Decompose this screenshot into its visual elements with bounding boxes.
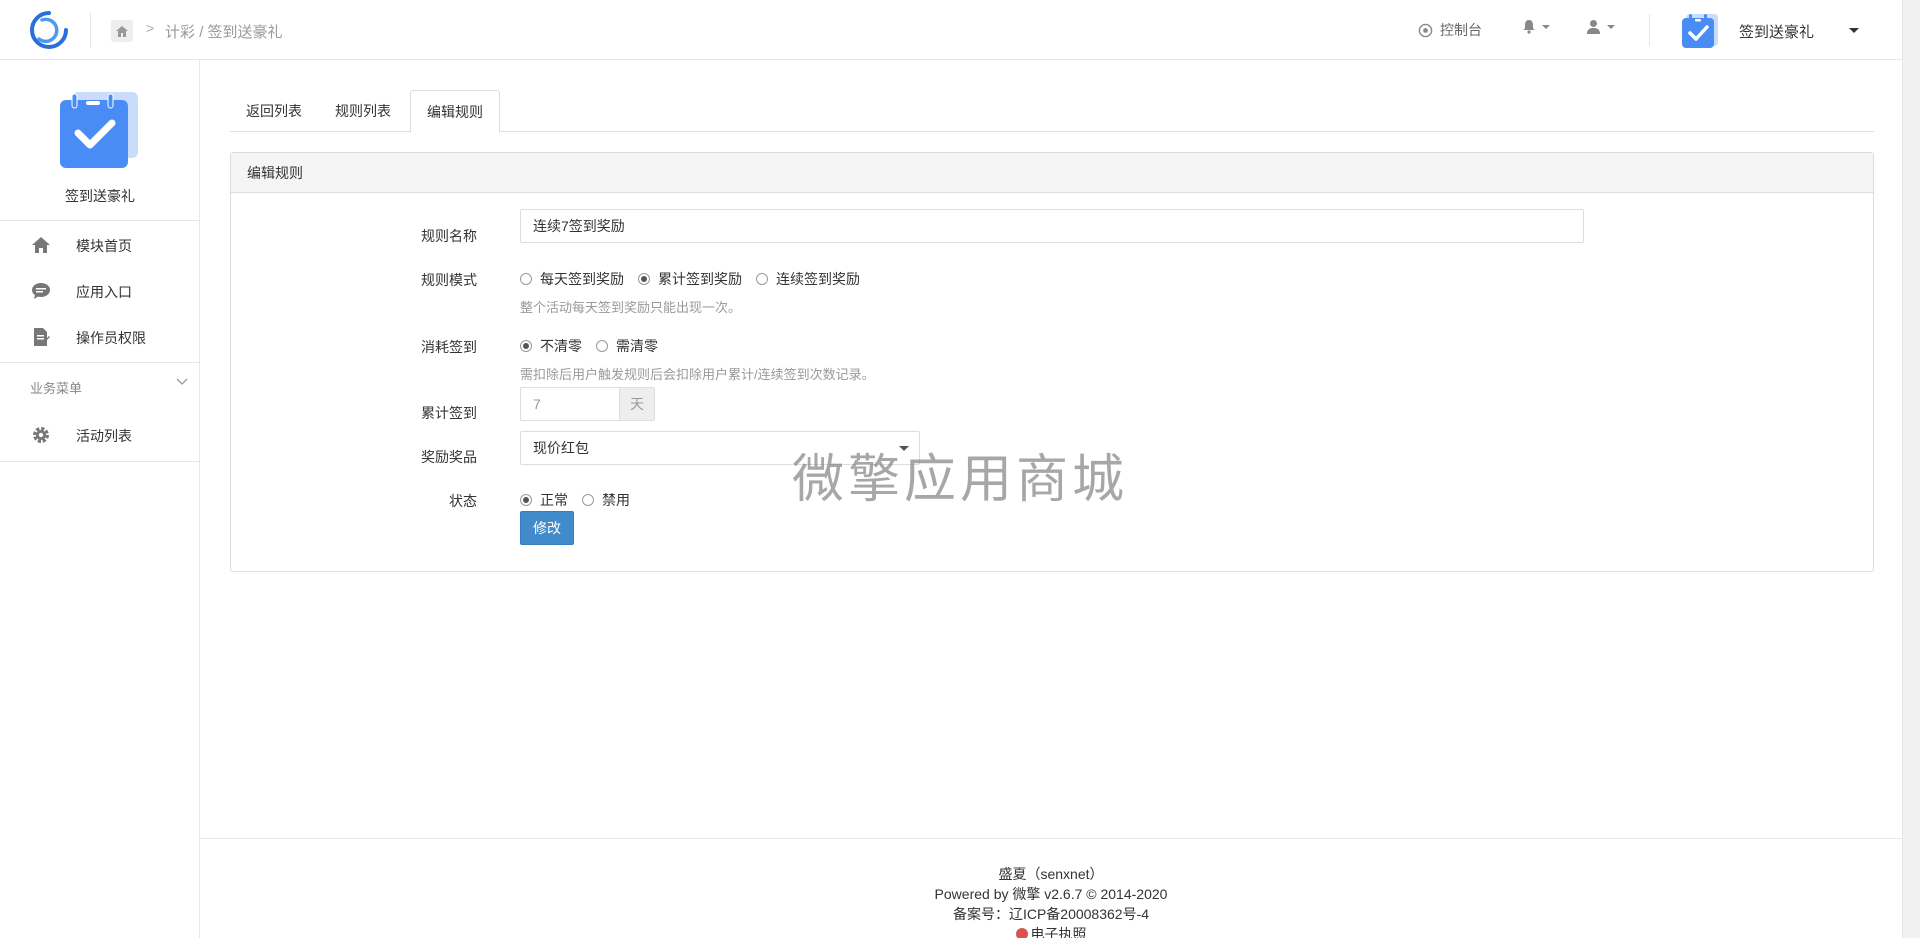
status-radio-group: 正常 禁用: [520, 490, 644, 510]
user-menu-button[interactable]: [1586, 19, 1615, 34]
cumulative-label: 累计签到: [421, 405, 477, 421]
breadcrumb-slash: /: [199, 24, 204, 41]
radio-label: 不清零: [540, 338, 582, 354]
sidebar-item-module-home[interactable]: 模块首页: [0, 222, 200, 268]
sidebar-group-title[interactable]: 业务菜单: [30, 378, 82, 397]
reward-selected-value: 现价红包: [533, 440, 589, 456]
consume-help: 需扣除后用户触发规则后会扣除用户累计/连续签到次数记录。: [520, 367, 875, 382]
breadcrumb-parent[interactable]: 计彩: [165, 24, 195, 41]
footer-company: 盛夏（senxnet）: [998, 866, 1104, 882]
days-unit-addon: 天: [619, 387, 655, 421]
rule-mode-radio-group: 每天签到奖励 累计签到奖励 连续签到奖励: [520, 269, 874, 289]
caret-down-icon: [1607, 24, 1615, 29]
rule-name-label: 规则名称: [421, 228, 477, 244]
calendar-check-icon[interactable]: [1680, 11, 1720, 51]
consume-radio-group: 不清零 需清零: [520, 336, 672, 356]
console-link[interactable]: 控制台: [1418, 20, 1482, 40]
radio-button[interactable]: [520, 494, 532, 506]
rule-mode-option-daily[interactable]: 每天签到奖励: [520, 269, 624, 289]
sidebar-item-label: 模块首页: [76, 238, 132, 254]
caret-down-icon: [1542, 24, 1550, 29]
tab-edit-rule[interactable]: 编辑规则: [410, 90, 500, 133]
status-option-normal[interactable]: 正常: [520, 490, 568, 510]
consume-label: 消耗签到: [421, 339, 477, 355]
license-icon: [1015, 928, 1028, 938]
reward-label: 奖励奖品: [421, 449, 477, 465]
chat-icon: [30, 281, 52, 301]
sidebar: 签到送豪礼 模块首页 应用入口 操作员权限 业务菜单 活动列表: [0, 60, 200, 938]
radio-label: 正常: [540, 492, 568, 508]
sidebar-item-app-entry[interactable]: 应用入口: [0, 268, 200, 314]
footer-icp[interactable]: 备案号：辽ICP备20008362号-4: [200, 904, 1902, 924]
watermark: 微擎应用商城: [792, 450, 1129, 510]
console-label: 控制台: [1440, 22, 1482, 38]
current-app-name[interactable]: 签到送豪礼: [1739, 21, 1814, 42]
radio-button[interactable]: [582, 494, 594, 506]
tab-rule-list[interactable]: 规则列表: [319, 90, 407, 132]
bell-icon: [1523, 20, 1535, 34]
radio-label: 连续签到奖励: [776, 271, 860, 287]
status-label: 状态: [449, 493, 477, 509]
radio-button[interactable]: [520, 340, 532, 352]
radio-button[interactable]: [520, 273, 532, 285]
footer-license[interactable]: 电子执照: [200, 924, 1902, 938]
footer-divider: [200, 838, 1902, 839]
divider: [0, 362, 200, 363]
divider: [0, 461, 200, 462]
rule-mode-option-cumulative[interactable]: 累计签到奖励: [638, 269, 742, 289]
header-divider: [1649, 14, 1650, 46]
tab-bar: 返回列表 规则列表 编辑规则: [230, 90, 1874, 133]
chevron-right-icon: >: [146, 20, 155, 36]
home-icon[interactable]: [111, 20, 133, 42]
radio-button[interactable]: [596, 340, 608, 352]
footer-license-label: 电子执照: [1030, 926, 1087, 938]
user-icon: [1587, 20, 1600, 34]
header-divider: [90, 12, 91, 48]
submit-button[interactable]: 修改: [520, 511, 574, 545]
radio-button[interactable]: [638, 273, 650, 285]
sidebar-item-operator-permissions[interactable]: 操作员权限: [0, 314, 200, 360]
home-icon: [30, 235, 52, 255]
rule-name-input[interactable]: 连续7签到奖励: [520, 209, 1584, 243]
radio-label: 需清零: [616, 338, 658, 354]
consume-option-no-reset[interactable]: 不清零: [520, 336, 582, 356]
rule-mode-label: 规则模式: [421, 272, 477, 288]
breadcrumb-current: 签到送豪礼: [207, 24, 283, 41]
breadcrumb: 计彩 / 签到送豪礼: [165, 21, 283, 42]
caret-down-icon[interactable]: [1849, 28, 1859, 33]
rule-mode-option-continuous[interactable]: 连续签到奖励: [756, 269, 860, 289]
chevron-down-icon[interactable]: [176, 378, 188, 386]
radio-label: 累计签到奖励: [658, 271, 742, 287]
cumulative-days-input[interactable]: 7: [520, 387, 620, 421]
logo-icon[interactable]: [26, 9, 72, 51]
sidebar-item-label: 应用入口: [76, 284, 132, 300]
sidebar-item-label: 操作员权限: [76, 330, 146, 346]
radio-label: 禁用: [602, 492, 630, 508]
tab-back-to-list[interactable]: 返回列表: [230, 90, 318, 132]
document-edit-icon: [30, 327, 52, 347]
calendar-check-icon: [60, 92, 138, 168]
sidebar-item-activity-list[interactable]: 活动列表: [0, 412, 200, 458]
footer-powered-by[interactable]: Powered by 微擎 v2.6.7 © 2014-2020: [200, 884, 1902, 904]
panel-title: 编辑规则: [231, 153, 1873, 193]
notification-button[interactable]: [1522, 19, 1550, 34]
gear-icon: [30, 425, 52, 445]
consume-option-reset[interactable]: 需清零: [596, 336, 658, 356]
scrollbar[interactable]: [1902, 0, 1920, 938]
status-option-disabled[interactable]: 禁用: [582, 490, 630, 510]
radio-label: 每天签到奖励: [540, 271, 624, 287]
sidebar-app-name: 签到送豪礼: [65, 188, 135, 204]
rule-mode-help: 整个活动每天签到奖励只能出现一次。: [520, 300, 742, 315]
divider: [0, 220, 200, 221]
radio-button[interactable]: [756, 273, 768, 285]
top-header: > 计彩 / 签到送豪礼 控制台 签到送豪礼: [0, 0, 1902, 60]
sidebar-item-label: 活动列表: [76, 428, 132, 444]
dashboard-icon: [1418, 23, 1433, 37]
